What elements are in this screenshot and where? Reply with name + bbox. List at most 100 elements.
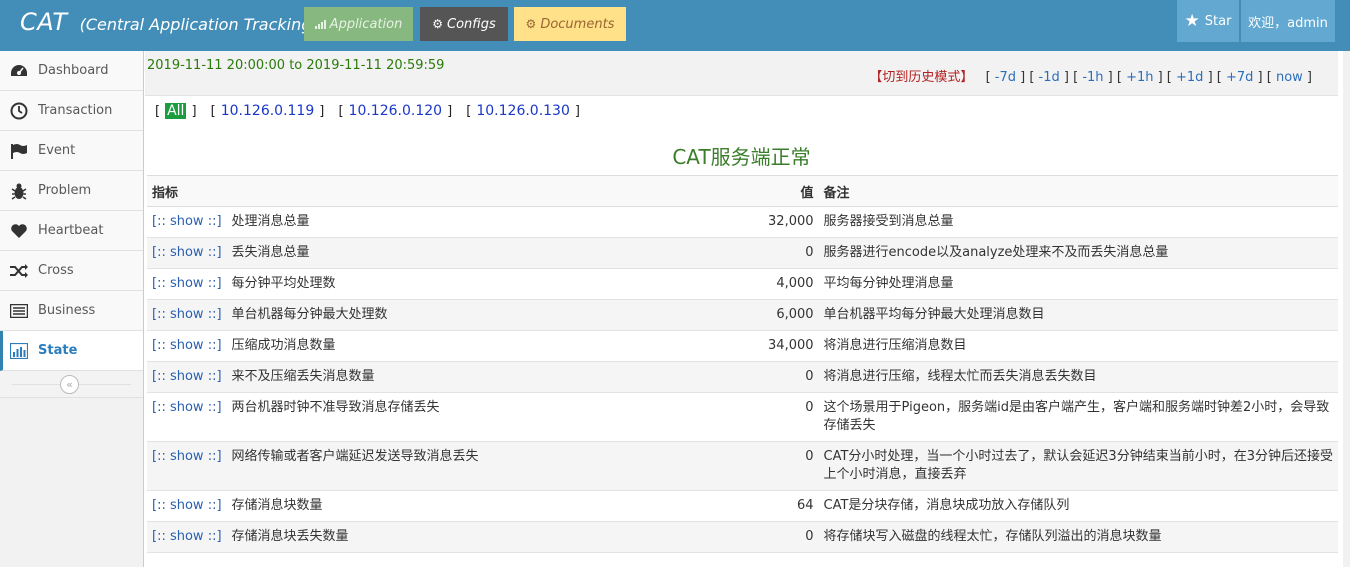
table-row: [:: show ::] 每分钟平均处理数 4,000 平均每分钟处理消息量 [147, 268, 1338, 300]
row-value: 6,000 [686, 299, 819, 331]
row-name: 两台机器时钟不准导致消息存储丢失 [226, 392, 687, 442]
documents-button[interactable]: ⚙ Documents [514, 7, 626, 41]
row-name: 压缩成功消息数量 [226, 330, 687, 362]
sidebar-item-state[interactable]: State [0, 331, 143, 371]
table-row: [:: show ::] 来不及压缩丢失消息数量 0 将消息进行压缩，线程太忙而… [147, 361, 1338, 393]
nav-minus-1h[interactable]: -1h [1082, 70, 1103, 85]
row-name: 处理消息总量 [226, 206, 687, 238]
row-name: 单台机器每分钟最大处理数 [226, 299, 687, 331]
sidebar-item-label: Problem [38, 183, 92, 198]
page-title: CAT服务端正常 [672, 145, 811, 169]
heart-icon [9, 221, 29, 241]
sidebar-item-dashboard[interactable]: Dashboard [0, 51, 143, 91]
user-menu[interactable]: 欢迎，admin [1241, 0, 1335, 42]
nav-plus-1d[interactable]: +1d [1176, 70, 1203, 85]
show-link[interactable]: [:: show ::] [147, 441, 227, 491]
random-icon [9, 261, 29, 281]
table-row: [:: show ::] 存储消息块数量 64 CAT是分块存储，消息块成功放入… [147, 490, 1338, 522]
row-note: 服务器接受到消息总量 [818, 206, 1338, 238]
sidebar-item-label: Event [38, 143, 76, 158]
time-range: 2019-11-11 20:00:00 to 2019-11-11 20:59:… [147, 58, 445, 73]
top-navbar: CAT (Central Application Tracking) Applic… [0, 0, 1350, 51]
ip-link[interactable]: 10.126.0.119 [221, 103, 315, 119]
row-note: CAT分小时处理，当一个小时过去了，默认会延迟3分钟结束当前小时，在3分钟后还接… [818, 441, 1338, 491]
time-bar: 2019-11-11 20:00:00 to 2019-11-11 20:59:… [145, 51, 1338, 96]
bar-chart-icon [9, 341, 29, 361]
row-name: 存储消息块丢失数量 [226, 521, 687, 553]
row-value: 0 [686, 361, 819, 393]
sidebar-item-label: Cross [38, 263, 74, 278]
history-mode-link[interactable]: 【切到历史模式】 [869, 70, 973, 85]
bar-chart-icon [314, 19, 326, 29]
sidebar-item-label: Transaction [38, 103, 113, 118]
vertical-scrollbar[interactable] [1343, 51, 1350, 567]
cogs-icon: ⚙ [432, 17, 444, 31]
brand[interactable]: CAT (Central Application Tracking) [20, 8, 318, 36]
table-row: [:: show ::] 网络传输或者客户端延迟发送导致消息丢失 0 CAT分小… [147, 441, 1338, 491]
main-content: 2019-11-11 20:00:00 to 2019-11-11 20:59:… [145, 51, 1338, 567]
star-button[interactable]: ★ Star [1177, 0, 1239, 42]
row-note: 单台机器平均每分钟最大处理消息数目 [818, 299, 1338, 331]
sidebar-item-transaction[interactable]: Transaction [0, 91, 143, 131]
row-value: 0 [686, 392, 819, 442]
nav-plus-1h[interactable]: +1h [1126, 70, 1153, 85]
cogs-icon: ⚙ [525, 17, 537, 31]
sidebar-collapse-bar: « [0, 371, 143, 398]
show-link[interactable]: [:: show ::] [147, 361, 227, 393]
sidebar-item-business[interactable]: Business [0, 291, 143, 331]
row-value: 0 [686, 521, 819, 553]
sidebar-item-label: Heartbeat [38, 223, 104, 238]
documents-button-label: Documents [540, 16, 615, 32]
row-name: 每分钟平均处理数 [226, 268, 687, 300]
sidebar-item-label: State [38, 343, 78, 358]
dashboard-icon [9, 61, 29, 81]
sidebar-item-cross[interactable]: Cross [0, 251, 143, 291]
nav-minus-1d[interactable]: -1d [1039, 70, 1060, 85]
application-button-label: Application [329, 16, 403, 32]
brand-title: CAT [20, 8, 68, 36]
application-button[interactable]: Application [304, 7, 413, 41]
table-row: [:: show ::] 两台机器时钟不准导致消息存储丢失 0 这个场景用于Pi… [147, 392, 1338, 442]
show-link[interactable]: [:: show ::] [147, 330, 227, 362]
show-link[interactable]: [:: show ::] [147, 206, 227, 238]
double-angle-left-icon[interactable]: « [60, 375, 79, 394]
row-name: 来不及压缩丢失消息数量 [226, 361, 687, 393]
sidebar-item-event[interactable]: Event [0, 131, 143, 171]
sidebar-item-heartbeat[interactable]: Heartbeat [0, 211, 143, 251]
show-link[interactable]: [:: show ::] [147, 392, 227, 442]
row-value: 64 [686, 490, 819, 522]
row-note: 平均每分钟处理消息量 [818, 268, 1338, 300]
clock-icon [9, 101, 29, 121]
nav-now[interactable]: now [1276, 70, 1303, 85]
row-value: 34,000 [686, 330, 819, 362]
nav-plus-7d[interactable]: +7d [1226, 70, 1253, 85]
ip-all-link[interactable]: All [165, 103, 187, 119]
show-link[interactable]: [:: show ::] [147, 299, 227, 331]
nav-minus-7d[interactable]: -7d [995, 70, 1016, 85]
flag-icon [9, 141, 29, 161]
row-value: 4,000 [686, 268, 819, 300]
row-note: 将消息进行压缩，线程太忙而丢失消息丢失数目 [818, 361, 1338, 393]
table-row: [:: show ::] 单台机器每分钟最大处理数 6,000 单台机器平均每分… [147, 299, 1338, 331]
show-link[interactable]: [:: show ::] [147, 490, 227, 522]
star-label: Star [1204, 13, 1232, 29]
sidebar-item-problem[interactable]: Problem [0, 171, 143, 211]
ip-link[interactable]: 10.126.0.120 [349, 103, 443, 119]
row-note: 服务器进行encode以及analyze处理来不及而丢失消息总量 [818, 237, 1338, 269]
configs-button[interactable]: ⚙ Configs [420, 7, 508, 41]
sidebar: Dashboard Transaction Event Problem Hear… [0, 51, 144, 567]
star-icon: ★ [1184, 11, 1200, 31]
table-row: [:: show ::] 压缩成功消息数量 34,000 将消息进行压缩消息数目 [147, 330, 1338, 362]
header-value: 值 [686, 175, 819, 207]
row-name: 丢失消息总量 [226, 237, 687, 269]
show-link[interactable]: [:: show ::] [147, 521, 227, 553]
show-link[interactable]: [:: show ::] [147, 268, 227, 300]
row-value: 0 [686, 237, 819, 269]
ip-link[interactable]: 10.126.0.130 [476, 103, 570, 119]
table-row: [:: show ::] 丢失消息总量 0 服务器进行encode以及analy… [147, 237, 1338, 269]
row-note: 将消息进行压缩消息数目 [818, 330, 1338, 362]
configs-button-label: Configs [447, 16, 496, 32]
show-link[interactable]: [:: show ::] [147, 237, 227, 269]
brand-subtitle: (Central Application Tracking) [79, 15, 318, 34]
sidebar-item-label: Business [38, 303, 96, 318]
